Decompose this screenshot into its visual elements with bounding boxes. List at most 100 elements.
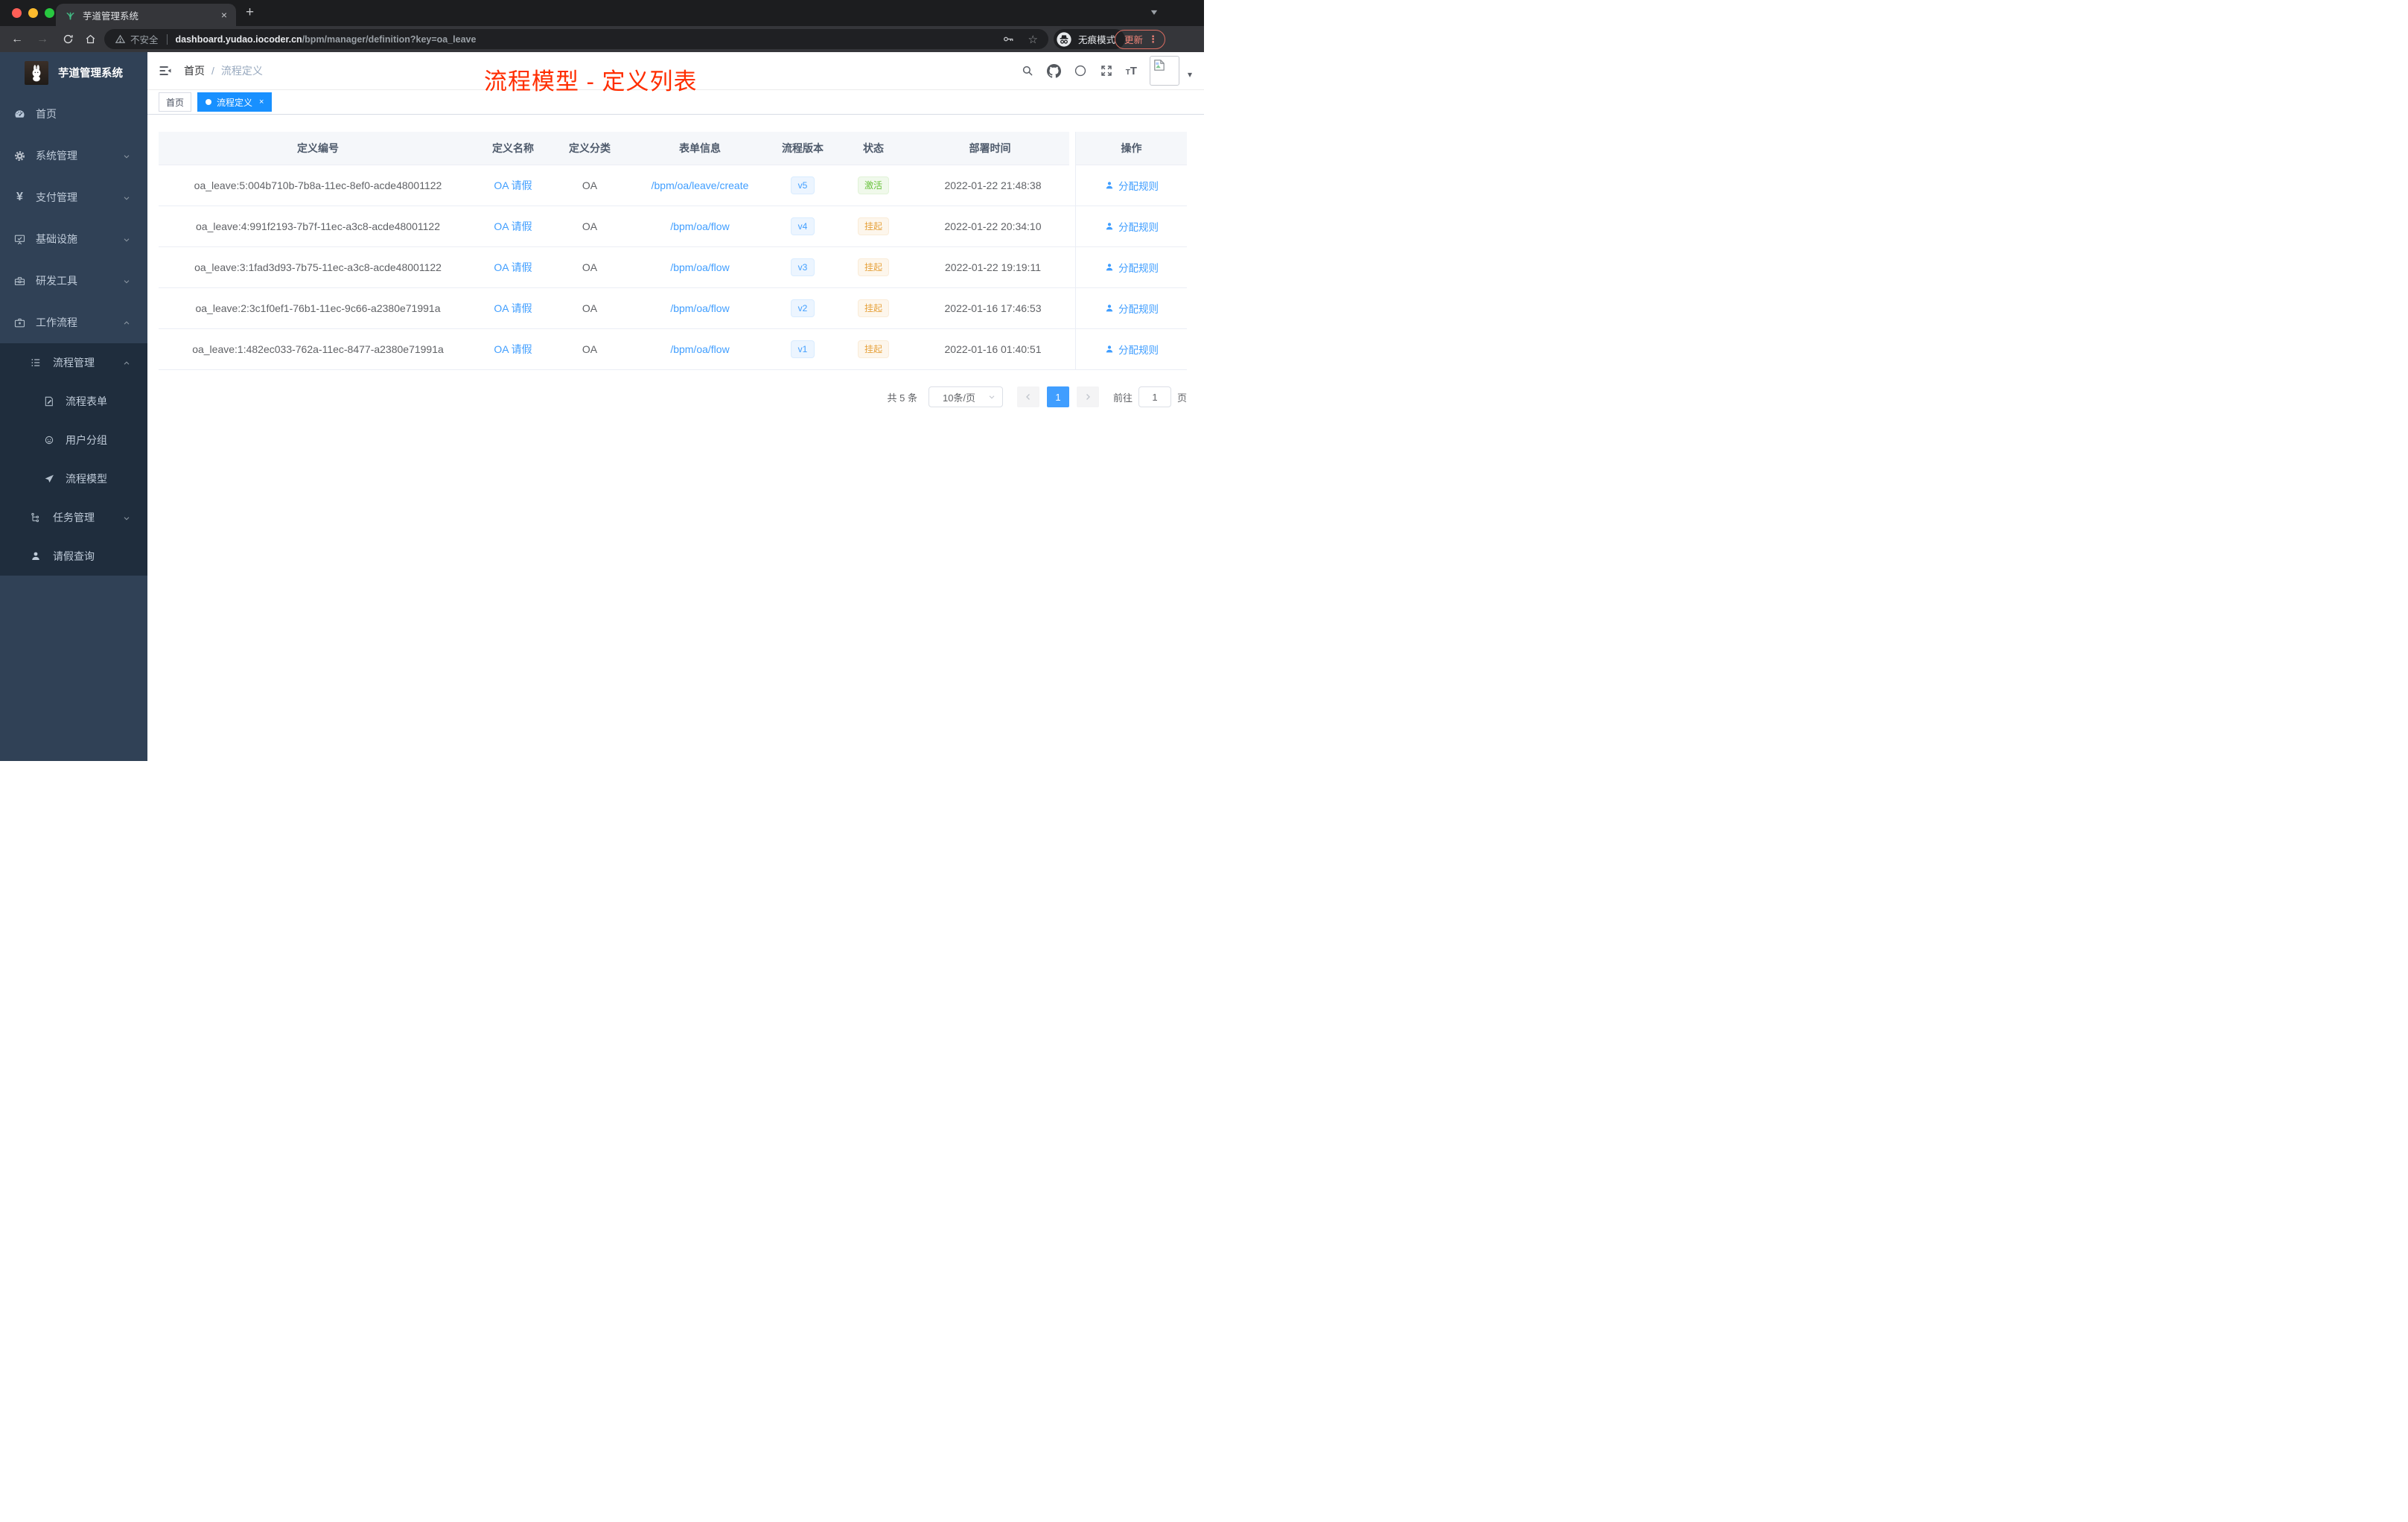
assign-rule-link[interactable]: 分配规则 — [1104, 301, 1159, 316]
form-link[interactable]: /bpm/oa/flow — [670, 343, 729, 355]
deploy-time: 2022-01-16 17:46:53 — [944, 302, 1042, 314]
assign-rule-link[interactable]: 分配规则 — [1104, 219, 1159, 234]
chevron-down-icon — [989, 395, 995, 399]
sidebar-item-dev-tools[interactable]: 研发工具 — [0, 260, 147, 302]
deploy-time: 2022-01-16 01:40:51 — [944, 343, 1042, 355]
browser-tab[interactable]: 芋道管理系统 × — [56, 4, 236, 26]
update-label[interactable]: 更新 — [1124, 32, 1143, 46]
definition-category: OA — [582, 343, 598, 355]
sidebar-item-process-model[interactable]: 流程模型 — [0, 459, 147, 498]
tag-process-definition[interactable]: 流程定义 × — [197, 92, 273, 112]
form-link[interactable]: /bpm/oa/flow — [670, 261, 729, 273]
sidebar-item-home[interactable]: 首页 — [0, 93, 147, 135]
tag-home[interactable]: 首页 — [159, 92, 192, 112]
sidebar-item-label: 系统管理 — [36, 150, 77, 162]
breadcrumb-home-link[interactable]: 首页 — [184, 63, 205, 78]
user-icon — [1106, 264, 1113, 271]
tab-close-icon[interactable]: × — [221, 10, 227, 20]
definition-name-link[interactable]: OA 请假 — [494, 343, 532, 355]
close-window-button[interactable] — [12, 8, 22, 18]
form-link[interactable]: /bpm/oa/flow — [670, 220, 729, 232]
column-header-action: 操作 — [1076, 132, 1187, 165]
zoom-window-button[interactable] — [45, 8, 54, 18]
sidebar-item-leave-query[interactable]: 请假查询 — [0, 537, 147, 576]
chevron-right-icon — [1086, 394, 1090, 400]
assign-rule-link[interactable]: 分配规则 — [1104, 178, 1159, 193]
tab-search-chevron-icon[interactable]: ▾ — [1151, 7, 1157, 17]
chevron-down-icon — [122, 151, 131, 163]
app-title: 芋道管理系统 — [58, 68, 123, 80]
form-link[interactable]: /bpm/oa/flow — [670, 302, 729, 314]
form-link[interactable]: /bpm/oa/leave/create — [652, 179, 749, 191]
sidebar-item-label: 任务管理 — [53, 512, 95, 523]
list-icon — [29, 357, 42, 369]
goto-page-input[interactable] — [1138, 386, 1171, 407]
assign-rule-link[interactable]: 分配规则 — [1104, 342, 1159, 357]
sidebar-item-workflow[interactable]: 工作流程 — [0, 302, 147, 343]
page-number-button[interactable]: 1 — [1046, 386, 1069, 407]
chrome-update-button[interactable]: 更新 ⋮ — [1115, 29, 1166, 49]
column-header: 部署时间 — [969, 142, 1011, 154]
column-header: 定义编号 — [297, 142, 339, 154]
table-row: oa_leave:5:004b710b-7b8a-11ec-8ef0-acde4… — [159, 165, 1075, 206]
table-row-action: 分配规则 — [1076, 288, 1187, 329]
fullscreen-icon[interactable] — [1100, 64, 1113, 77]
table-header-row: 定义编号 定义名称 定义分类 表单信息 流程版本 状态 部署时间 — [159, 132, 1069, 165]
url-host: dashboard.yudao.iocoder.cn — [175, 34, 302, 45]
passwords-key-icon[interactable] — [1002, 33, 1015, 45]
table-row: oa_leave:2:3c1f0ef1-76b1-11ec-9c66-a2380… — [159, 288, 1075, 329]
definition-name-link[interactable]: OA 请假 — [494, 179, 532, 191]
prev-page-button[interactable] — [1016, 386, 1039, 407]
assign-rule-link[interactable]: 分配规则 — [1104, 260, 1159, 275]
new-tab-button[interactable]: + — [246, 4, 254, 21]
home-button[interactable] — [80, 26, 100, 52]
main-area: 流程模型 - 定义列表 首页 / 流程定义 T T ▾ 首页 流程定义 × 定义… — [147, 52, 1204, 761]
status-badge: 挂起 — [857, 258, 889, 276]
monitor-icon — [13, 233, 26, 246]
sidebar-item-process-form[interactable]: 流程表单 — [0, 382, 147, 421]
page-size-select[interactable]: 10条/页 — [928, 386, 1003, 407]
page-content: 定义编号 定义名称 定义分类 表单信息 流程版本 状态 部署时间 oa_leav… — [147, 115, 1204, 761]
definition-name-link[interactable]: OA 请假 — [494, 302, 532, 314]
sidebar-item-user-group[interactable]: 用户分组 — [0, 421, 147, 459]
avatar-caret-icon[interactable]: ▾ — [1188, 69, 1192, 80]
browser-tab-strip: 芋道管理系统 × + ▾ — [0, 0, 1204, 26]
active-dot — [206, 99, 212, 105]
search-icon[interactable] — [1021, 64, 1034, 77]
definition-category: OA — [582, 179, 598, 191]
browser-menu-dots-icon[interactable]: ⋮ — [1148, 34, 1158, 45]
bookmark-star-icon[interactable]: ☆ — [1028, 33, 1038, 46]
column-header: 定义名称 — [492, 142, 534, 154]
table-row-action: 分配规则 — [1076, 165, 1187, 206]
github-icon[interactable] — [1046, 63, 1061, 78]
chevron-down-icon — [122, 513, 131, 525]
security-warning-icon[interactable] — [115, 34, 126, 45]
font-size-icon[interactable]: TT — [1126, 66, 1137, 77]
incognito-icon — [1056, 31, 1072, 48]
version-tag: v5 — [790, 176, 815, 194]
hamburger-icon[interactable] — [159, 64, 172, 77]
next-page-button[interactable] — [1076, 386, 1099, 407]
action-column: 操作 分配规则 分配规则 分配规则 分配规则 分配规则 — [1075, 132, 1187, 370]
tag-close-icon[interactable]: × — [259, 98, 264, 106]
minimize-window-button[interactable] — [28, 8, 38, 18]
version-tag: v3 — [790, 258, 815, 276]
back-button[interactable]: ← — [7, 26, 27, 52]
sidebar-item-infrastructure[interactable]: 基础设施 — [0, 218, 147, 260]
avatar[interactable] — [1149, 56, 1179, 86]
forward-button[interactable]: → — [33, 26, 52, 52]
status-badge: 挂起 — [857, 299, 889, 317]
definition-name-link[interactable]: OA 请假 — [494, 261, 532, 273]
address-bar[interactable]: 不安全 dashboard.yudao.iocoder.cn/bpm/manag… — [104, 29, 1048, 49]
sidebar-item-task-management[interactable]: 任务管理 — [0, 498, 147, 537]
definition-id: oa_leave:5:004b710b-7b8a-11ec-8ef0-acde4… — [194, 179, 442, 191]
reload-button[interactable] — [58, 26, 77, 52]
definition-name-link[interactable]: OA 请假 — [494, 220, 532, 232]
help-icon[interactable] — [1074, 64, 1087, 77]
table-row: oa_leave:4:991f2193-7b7f-11ec-a3c8-acde4… — [159, 206, 1075, 247]
sidebar-item-process-management[interactable]: 流程管理 — [0, 343, 147, 382]
security-warning-label[interactable]: 不安全 — [130, 32, 159, 46]
sidebar-item-system[interactable]: 系统管理 — [0, 135, 147, 176]
sidebar-logo[interactable]: 芋道管理系统 — [0, 52, 147, 93]
sidebar-item-payment[interactable]: ¥ 支付管理 — [0, 176, 147, 218]
